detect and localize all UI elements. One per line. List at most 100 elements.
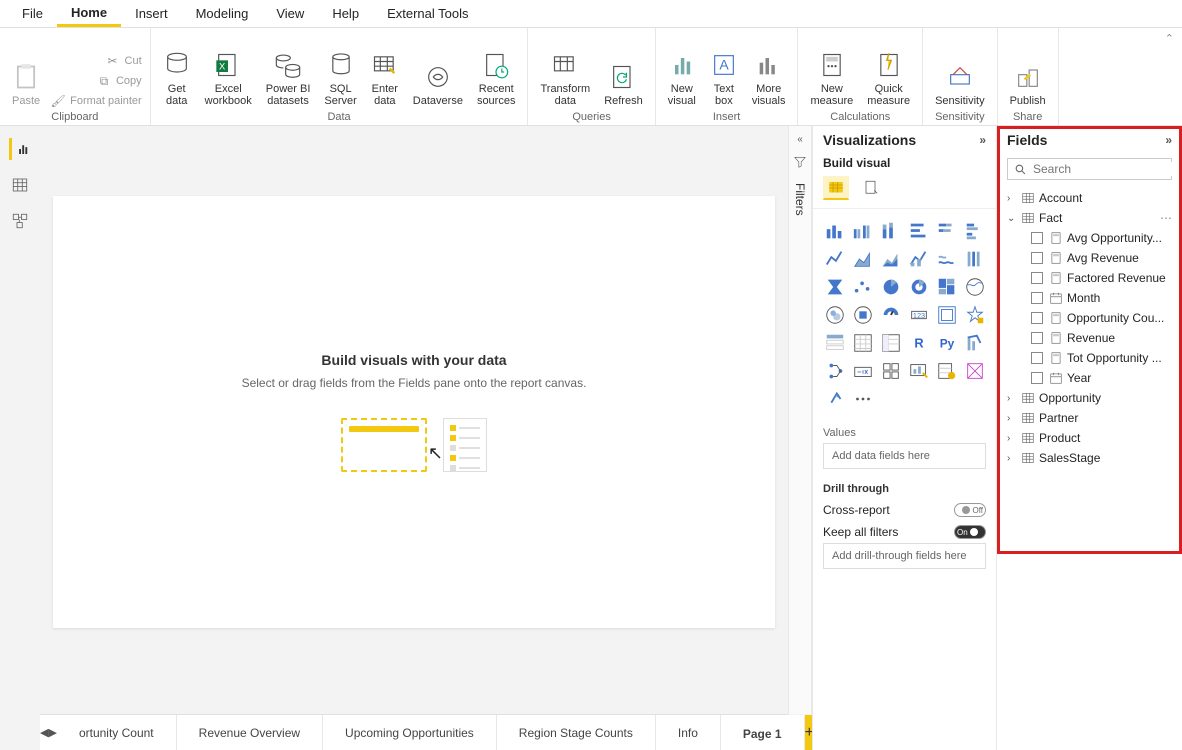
viz-type-28[interactable]: Py [935, 331, 959, 355]
viz-type-32[interactable] [879, 359, 903, 383]
cut-button[interactable]: ✂Cut [48, 53, 144, 69]
viz-type-6[interactable] [823, 247, 847, 271]
field-factored-revenue[interactable]: Factored Revenue [997, 268, 1182, 288]
tab-opportunity-count[interactable]: ortunity Count [57, 715, 177, 750]
viz-type-34[interactable] [935, 359, 959, 383]
sensitivity-button[interactable]: Sensitivity [929, 61, 991, 109]
sql-server-button[interactable]: SQL Server [318, 49, 362, 109]
viz-type-19[interactable] [851, 303, 875, 327]
viz-type-1[interactable] [851, 219, 875, 243]
field-year[interactable]: Year [997, 368, 1182, 388]
report-canvas[interactable]: Build visuals with your data Select or d… [53, 196, 775, 628]
menu-external-tools[interactable]: External Tools [373, 2, 482, 25]
field-checkbox[interactable] [1031, 352, 1043, 364]
new-visual-button[interactable]: New visual [662, 49, 702, 109]
quick-measure-button[interactable]: Quick measure [861, 49, 916, 109]
tab-revenue-overview[interactable]: Revenue Overview [177, 715, 323, 750]
cross-report-toggle[interactable]: Off [954, 503, 986, 517]
tab-region-stage-counts[interactable]: Region Stage Counts [497, 715, 656, 750]
get-data-button[interactable]: Get data [157, 49, 197, 109]
excel-button[interactable]: XExcel workbook [199, 49, 258, 109]
format-painter-button[interactable]: 🖌Format painter [48, 93, 144, 109]
collapse-fields-icon[interactable]: » [1165, 133, 1172, 147]
collapse-visualizations-icon[interactable]: » [979, 133, 986, 147]
viz-type-24[interactable] [823, 331, 847, 355]
viz-type-22[interactable] [935, 303, 959, 327]
table-salesstage[interactable]: ›SalesStage [997, 448, 1182, 468]
field-revenue[interactable]: Revenue [997, 328, 1182, 348]
format-visual-tab[interactable] [859, 176, 885, 200]
viz-type-29[interactable] [963, 331, 987, 355]
tabs-next-button[interactable]: ▶ [48, 715, 56, 750]
more-visuals-button[interactable]: More visuals [746, 49, 792, 109]
publish-button[interactable]: Publish [1004, 61, 1052, 109]
field-checkbox[interactable] [1031, 272, 1043, 284]
viz-type-11[interactable] [963, 247, 987, 271]
tab-upcoming-opportunities[interactable]: Upcoming Opportunities [323, 715, 497, 750]
field-checkbox[interactable] [1031, 252, 1043, 264]
new-measure-button[interactable]: New measure [804, 49, 859, 109]
field-checkbox[interactable] [1031, 232, 1043, 244]
menu-modeling[interactable]: Modeling [182, 2, 263, 25]
table-account[interactable]: ›Account [997, 188, 1182, 208]
enter-data-button[interactable]: Enter data [365, 49, 405, 109]
viz-type-17[interactable] [963, 275, 987, 299]
viz-type-37[interactable] [851, 387, 875, 411]
fields-search[interactable] [1007, 158, 1172, 180]
menu-file[interactable]: File [8, 2, 57, 25]
viz-type-10[interactable] [935, 247, 959, 271]
viz-type-4[interactable] [935, 219, 959, 243]
fields-search-input[interactable] [1033, 162, 1182, 176]
copy-button[interactable]: ⧉Copy [48, 73, 144, 89]
expand-filters-icon[interactable]: « [797, 134, 803, 145]
viz-type-20[interactable] [879, 303, 903, 327]
tabs-prev-button[interactable]: ◀ [40, 715, 48, 750]
dataverse-button[interactable]: Dataverse [407, 61, 469, 109]
viz-type-2[interactable] [879, 219, 903, 243]
field-opportunity-cou-[interactable]: Opportunity Cou... [997, 308, 1182, 328]
model-view-button[interactable] [9, 210, 31, 232]
refresh-button[interactable]: Refresh [598, 61, 649, 109]
build-visual-tab[interactable] [823, 176, 849, 200]
field-month[interactable]: Month [997, 288, 1182, 308]
viz-type-7[interactable] [851, 247, 875, 271]
tab-info[interactable]: Info [656, 715, 721, 750]
menu-view[interactable]: View [262, 2, 318, 25]
viz-type-3[interactable] [907, 219, 931, 243]
tab-page-1[interactable]: Page 1 [721, 715, 805, 750]
paste-button[interactable]: Paste [6, 61, 46, 109]
viz-type-26[interactable] [879, 331, 903, 355]
drill-through-dropzone[interactable]: Add drill-through fields here [823, 543, 986, 569]
viz-type-33[interactable] [907, 359, 931, 383]
viz-type-14[interactable] [879, 275, 903, 299]
menu-help[interactable]: Help [318, 2, 373, 25]
viz-type-16[interactable] [935, 275, 959, 299]
viz-type-31[interactable] [851, 359, 875, 383]
viz-type-12[interactable] [823, 275, 847, 299]
field-checkbox[interactable] [1031, 372, 1043, 384]
viz-type-36[interactable] [823, 387, 847, 411]
viz-type-27[interactable]: R [907, 331, 931, 355]
table-product[interactable]: ›Product [997, 428, 1182, 448]
field-avg-revenue[interactable]: Avg Revenue [997, 248, 1182, 268]
data-view-button[interactable] [9, 174, 31, 196]
table-fact[interactable]: ⌄Fact⋯ [997, 208, 1182, 228]
menu-home[interactable]: Home [57, 1, 121, 27]
viz-type-5[interactable] [963, 219, 987, 243]
values-dropzone[interactable]: Add data fields here [823, 443, 986, 469]
menu-insert[interactable]: Insert [121, 2, 182, 25]
field-avg-opportunity-[interactable]: Avg Opportunity... [997, 228, 1182, 248]
viz-type-25[interactable] [851, 331, 875, 355]
viz-type-9[interactable] [907, 247, 931, 271]
viz-type-30[interactable] [823, 359, 847, 383]
filters-pane-collapsed[interactable]: « Filters [788, 126, 812, 714]
report-view-button[interactable] [9, 138, 31, 160]
text-box-button[interactable]: AText box [704, 49, 744, 109]
field-checkbox[interactable] [1031, 292, 1043, 304]
table-opportunity[interactable]: ›Opportunity [997, 388, 1182, 408]
viz-type-15[interactable] [907, 275, 931, 299]
recent-sources-button[interactable]: Recent sources [471, 49, 522, 109]
field-checkbox[interactable] [1031, 332, 1043, 344]
powerbi-datasets-button[interactable]: Power BI datasets [260, 49, 317, 109]
field-checkbox[interactable] [1031, 312, 1043, 324]
